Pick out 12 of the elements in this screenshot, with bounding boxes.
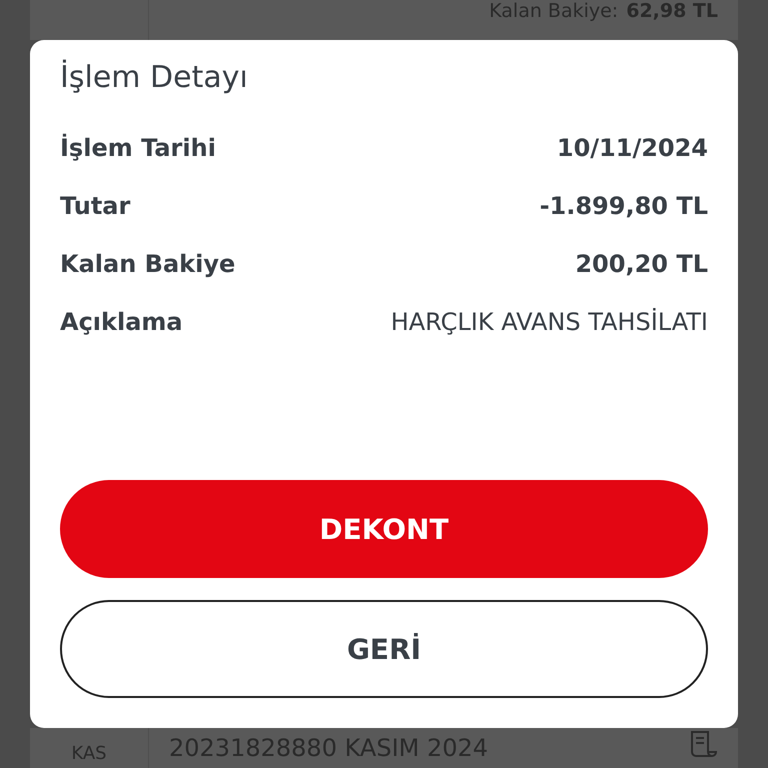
receipt-button[interactable]: DEKONT (60, 480, 708, 578)
back-button[interactable]: GERİ (60, 600, 708, 698)
detail-value: HARÇLIK AVANS TAHSİLATI (390, 308, 708, 336)
detail-value: 200,20 TL (575, 250, 708, 278)
detail-label: İşlem Tarihi (60, 134, 216, 162)
detail-label: Açıklama (60, 308, 183, 336)
receipt-icon[interactable] (688, 730, 718, 758)
detail-label: Tutar (60, 192, 130, 220)
dialog-title: İşlem Detayı (60, 60, 249, 95)
detail-value: 10/11/2024 (556, 134, 708, 162)
detail-value: -1.899,80 TL (540, 192, 708, 220)
detail-label: Kalan Bakiye (60, 250, 236, 278)
